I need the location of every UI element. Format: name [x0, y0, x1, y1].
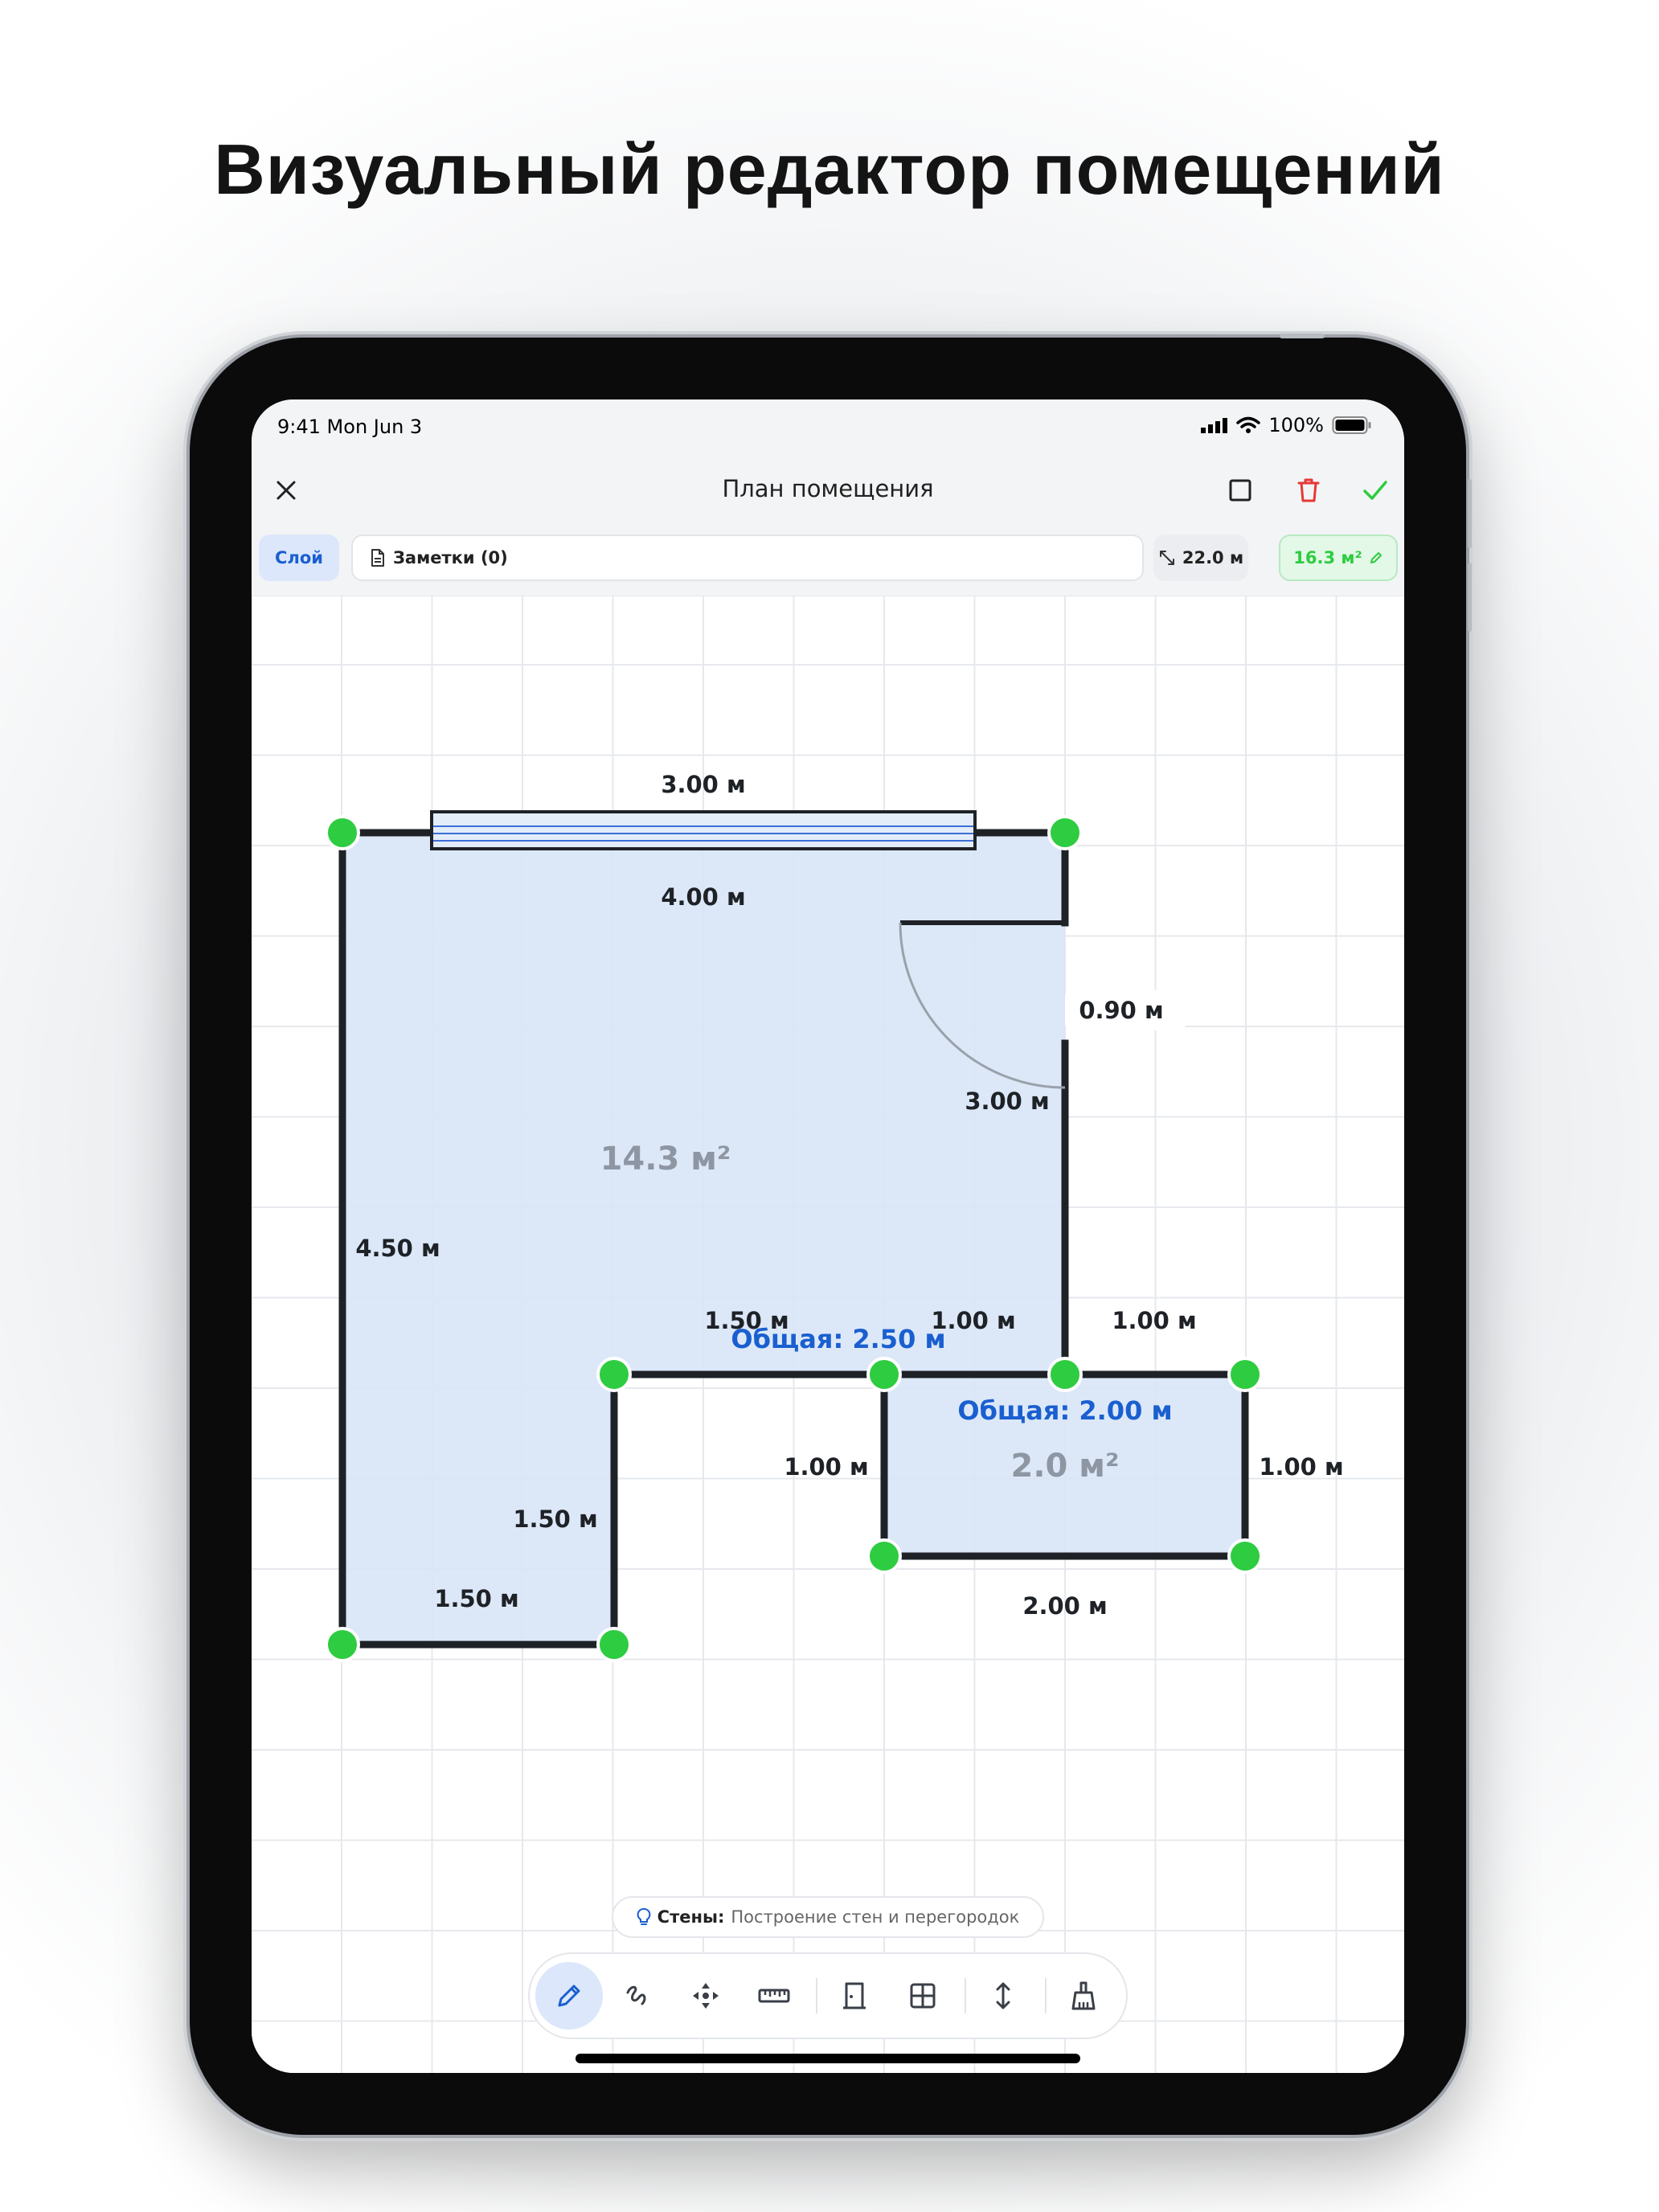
- mode-hint: Стены: Построение стен и перегородок: [612, 1896, 1044, 1938]
- pencil-icon: [558, 1985, 580, 2007]
- dim-room2-right: 1.00 м: [1259, 1453, 1343, 1481]
- battery-percent: 100%: [1268, 414, 1324, 436]
- vertex: [325, 1627, 360, 1662]
- tool-wall-pencil[interactable]: [535, 1962, 603, 2030]
- vertex: [596, 1627, 632, 1662]
- status-indicators: 100%: [1201, 414, 1372, 436]
- volume-down-button: [1468, 563, 1472, 632]
- vertex: [1227, 1538, 1263, 1574]
- tool-window[interactable]: [889, 1962, 956, 2030]
- layer-label: Слой: [275, 548, 323, 567]
- layer-button[interactable]: Слой: [259, 535, 339, 581]
- tool-ruler[interactable]: [740, 1962, 808, 2030]
- vertex: [325, 815, 360, 850]
- tool-move[interactable]: [672, 1962, 739, 2030]
- dim-right-wall: 3.00 м: [965, 1088, 1049, 1115]
- tool-separator: [1045, 1978, 1047, 2013]
- dim-inner-vertical: 1.50 м: [513, 1505, 597, 1533]
- navigation-bar: План помещения: [252, 456, 1404, 525]
- select-button[interactable]: [1220, 470, 1260, 510]
- notes-button[interactable]: Заметки (0): [351, 535, 1144, 581]
- tool-separator: [965, 1978, 966, 2013]
- diagonal-arrows-icon: [1159, 551, 1174, 565]
- tool-door[interactable]: [821, 1962, 888, 2030]
- delete-button[interactable]: [1288, 470, 1329, 510]
- confirm-button[interactable]: [1355, 470, 1395, 510]
- dim-room2-top: 1.00 м: [1112, 1307, 1196, 1334]
- status-time: 9:41 Mon Jun 3: [277, 416, 423, 438]
- area-button[interactable]: 16.3 м²: [1279, 535, 1398, 581]
- perimeter-value: 22.0 м: [1182, 548, 1244, 567]
- plan-canvas[interactable]: 14.3 м² 2.0 м² 3.00 м 4.00 м 0.90 м 3.00…: [252, 596, 1404, 2073]
- document-icon: [371, 549, 384, 567]
- move-icon: [693, 1983, 719, 2009]
- hint-text: Построение стен и перегородок: [731, 1907, 1020, 1927]
- window-icon: [910, 1983, 936, 2009]
- home-indicator: [576, 2054, 1080, 2063]
- room2-area: 2.0 м²: [1011, 1448, 1120, 1485]
- editor-toolbar: Слой Заметки (0) 22.0 м 16.3 м²: [252, 525, 1404, 596]
- dim-bottom-wall: 1.50 м: [434, 1585, 518, 1612]
- room1-area: 14.3 м²: [600, 1141, 731, 1178]
- height-icon: [996, 1982, 1010, 2009]
- ruler-icon: [758, 1989, 790, 2003]
- vertex: [1047, 815, 1083, 850]
- area-value: 16.3 м²: [1293, 548, 1362, 567]
- signal-icon: [1201, 418, 1228, 433]
- dim-room2-bottom: 2.00 м: [1022, 1592, 1107, 1620]
- window[interactable]: [430, 810, 977, 850]
- total-length-1: Общая: 2.50 м: [731, 1324, 945, 1354]
- top-button: [1280, 334, 1325, 338]
- square-icon: [1229, 479, 1251, 502]
- vertex: [1227, 1357, 1263, 1392]
- pencil-icon: [1370, 552, 1382, 563]
- floor-plan[interactable]: 14.3 м² 2.0 м² 3.00 м 4.00 м 0.90 м 3.00…: [252, 596, 1404, 2073]
- checkmark-icon: [1363, 481, 1387, 500]
- dim-room2-left: 1.00 м: [784, 1453, 868, 1481]
- dim-door-width: 0.90 м: [1079, 997, 1163, 1024]
- tool-height[interactable]: [969, 1962, 1037, 2030]
- door-icon: [843, 1982, 866, 2009]
- drawing-tools: [528, 1952, 1128, 2039]
- vertex: [596, 1357, 632, 1392]
- volume-up-button: [1468, 479, 1472, 548]
- headline: Визуальный редактор помещений: [214, 129, 1445, 209]
- vertex: [866, 1538, 902, 1574]
- battery-icon: [1332, 416, 1371, 434]
- broom-icon: [1071, 1981, 1096, 2010]
- total-length-2: Общая: 2.00 м: [957, 1395, 1172, 1426]
- perimeter-button[interactable]: 22.0 м: [1153, 535, 1248, 581]
- tool-clear[interactable]: [1050, 1962, 1117, 2030]
- hint-title: Стены:: [657, 1907, 725, 1927]
- freehand-icon: [626, 1985, 646, 2005]
- tool-freehand[interactable]: [604, 1962, 671, 2030]
- dim-left-wall: 4.50 м: [355, 1235, 440, 1262]
- wifi-icon: [1236, 416, 1261, 433]
- tool-separator: [816, 1978, 817, 2013]
- dim-top-wall: 4.00 м: [661, 883, 745, 911]
- vertex: [1047, 1357, 1083, 1392]
- vertex: [866, 1357, 902, 1392]
- notes-label: Заметки (0): [393, 548, 508, 567]
- app-screen: 9:41 Mon Jun 3 100% План помещения Слой …: [252, 399, 1404, 2073]
- lightbulb-icon: [637, 1908, 650, 1925]
- trash-icon: [1297, 478, 1320, 502]
- dim-window-width: 3.00 м: [661, 771, 745, 798]
- status-bar: 9:41 Mon Jun 3 100%: [252, 399, 1404, 456]
